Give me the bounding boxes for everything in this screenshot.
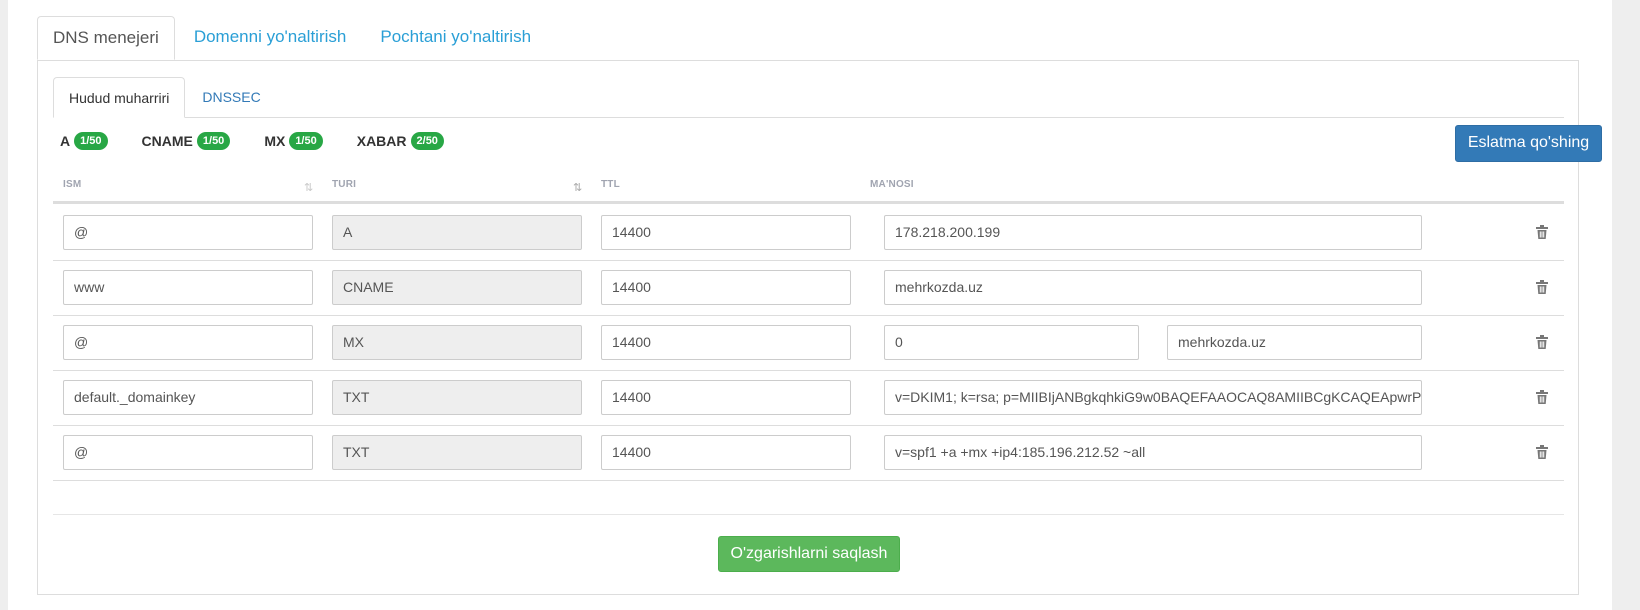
ttl-input[interactable]: 14400	[601, 270, 851, 305]
value-input[interactable]: mehrkozda.uz	[884, 270, 1422, 305]
counter-label: A	[60, 133, 71, 149]
counter-a: A 1/50	[60, 132, 108, 150]
counter-label: MX	[264, 133, 286, 149]
counter-txt: XABAR 2/50	[357, 132, 444, 150]
add-record-button[interactable]: Eslatma qo'shing	[1455, 125, 1602, 162]
save-changes-button[interactable]: O'zgarishlarni saqlash	[718, 536, 900, 572]
trash-icon[interactable]	[1534, 444, 1550, 460]
name-input[interactable]: www	[63, 270, 313, 305]
column-header-ttl: TTL	[601, 179, 620, 190]
table-row: @ TXT 14400 v=spf1 +a +mx +ip4:185.196.2…	[53, 424, 1564, 481]
column-header-value: MA'NOSI	[870, 179, 914, 190]
ttl-input[interactable]: 14400	[601, 215, 851, 250]
dns-panel: Hudud muharriri DNSSEC A 1/50 CNAME 1/50…	[37, 60, 1602, 595]
name-input[interactable]: @	[63, 325, 313, 360]
counter-cname: CNAME 1/50	[142, 132, 231, 150]
value-input[interactable]: 178.218.200.199	[884, 215, 1422, 250]
type-field: MX	[332, 325, 582, 360]
table-header: ISM ⇅ TURI ⇅ TTL MA'NOSI	[53, 171, 1564, 204]
ttl-input[interactable]: 14400	[601, 325, 851, 360]
counter-label: XABAR	[356, 133, 407, 149]
ttl-input[interactable]: 14400	[601, 435, 851, 470]
type-field: CNAME	[332, 270, 582, 305]
value-input[interactable]: mehrkozda.uz	[1167, 325, 1422, 360]
page: DNS menejeri Domenni yo'naltirish Pochta…	[8, 0, 1612, 610]
table-row: @ MX 14400 0 mehrkozda.uz	[53, 314, 1564, 371]
name-input[interactable]: default._domainkey	[63, 380, 313, 415]
counter-label: CNAME	[141, 133, 193, 149]
trash-icon[interactable]	[1534, 279, 1550, 295]
trash-icon[interactable]	[1534, 224, 1550, 240]
column-header-type[interactable]: TURI	[332, 179, 356, 190]
footer-divider	[53, 514, 1564, 515]
tab-dnssec[interactable]: DNSSEC	[187, 77, 275, 118]
top-tabs: DNS menejeri Domenni yo'naltirish Pochta…	[37, 16, 550, 60]
type-field: TXT	[332, 380, 582, 415]
type-field: A	[332, 215, 582, 250]
counter-badge: 1/50	[74, 132, 108, 150]
counter-badge: 1/50	[196, 132, 231, 150]
trash-icon[interactable]	[1534, 334, 1550, 350]
record-counters: A 1/50 CNAME 1/50 MX 1/50 XABAR 2/50	[60, 131, 478, 151]
tab-zone-editor[interactable]: Hudud muharriri	[53, 77, 186, 118]
table-row: default._domainkey TXT 14400 v=DKIM1; k=…	[53, 369, 1564, 426]
column-header-name[interactable]: ISM	[63, 179, 81, 190]
table-row: www CNAME 14400 mehrkozda.uz	[53, 259, 1564, 316]
counter-badge: 1/50	[289, 132, 323, 150]
tab-mail-forwarding[interactable]: Pochtani yo'naltirish	[365, 16, 546, 60]
counter-badge: 2/50	[410, 132, 444, 150]
value-input[interactable]: v=DKIM1; k=rsa; p=MIIBIjANBgkqhkiG9w0BAQ…	[884, 380, 1422, 415]
value-input[interactable]: v=spf1 +a +mx +ip4:185.196.212.52 ~all	[884, 435, 1422, 470]
name-input[interactable]: @	[63, 435, 313, 470]
sort-icon[interactable]: ⇅	[304, 181, 313, 194]
priority-input[interactable]: 0	[884, 325, 1139, 360]
name-input[interactable]: @	[63, 215, 313, 250]
tab-dns-manager[interactable]: DNS menejeri	[37, 16, 175, 60]
tab-divider	[53, 117, 1564, 118]
table-row: @ A 14400 178.218.200.199	[53, 204, 1564, 261]
tab-domain-forwarding[interactable]: Domenni yo'naltirish	[179, 16, 362, 60]
sort-desc-icon[interactable]: ⇅	[573, 181, 582, 194]
trash-icon[interactable]	[1534, 389, 1550, 405]
inner-tabs: Hudud muharriri DNSSEC	[53, 77, 278, 118]
type-field: TXT	[332, 435, 582, 470]
counter-mx: MX 1/50	[264, 132, 323, 150]
ttl-input[interactable]: 14400	[601, 380, 851, 415]
